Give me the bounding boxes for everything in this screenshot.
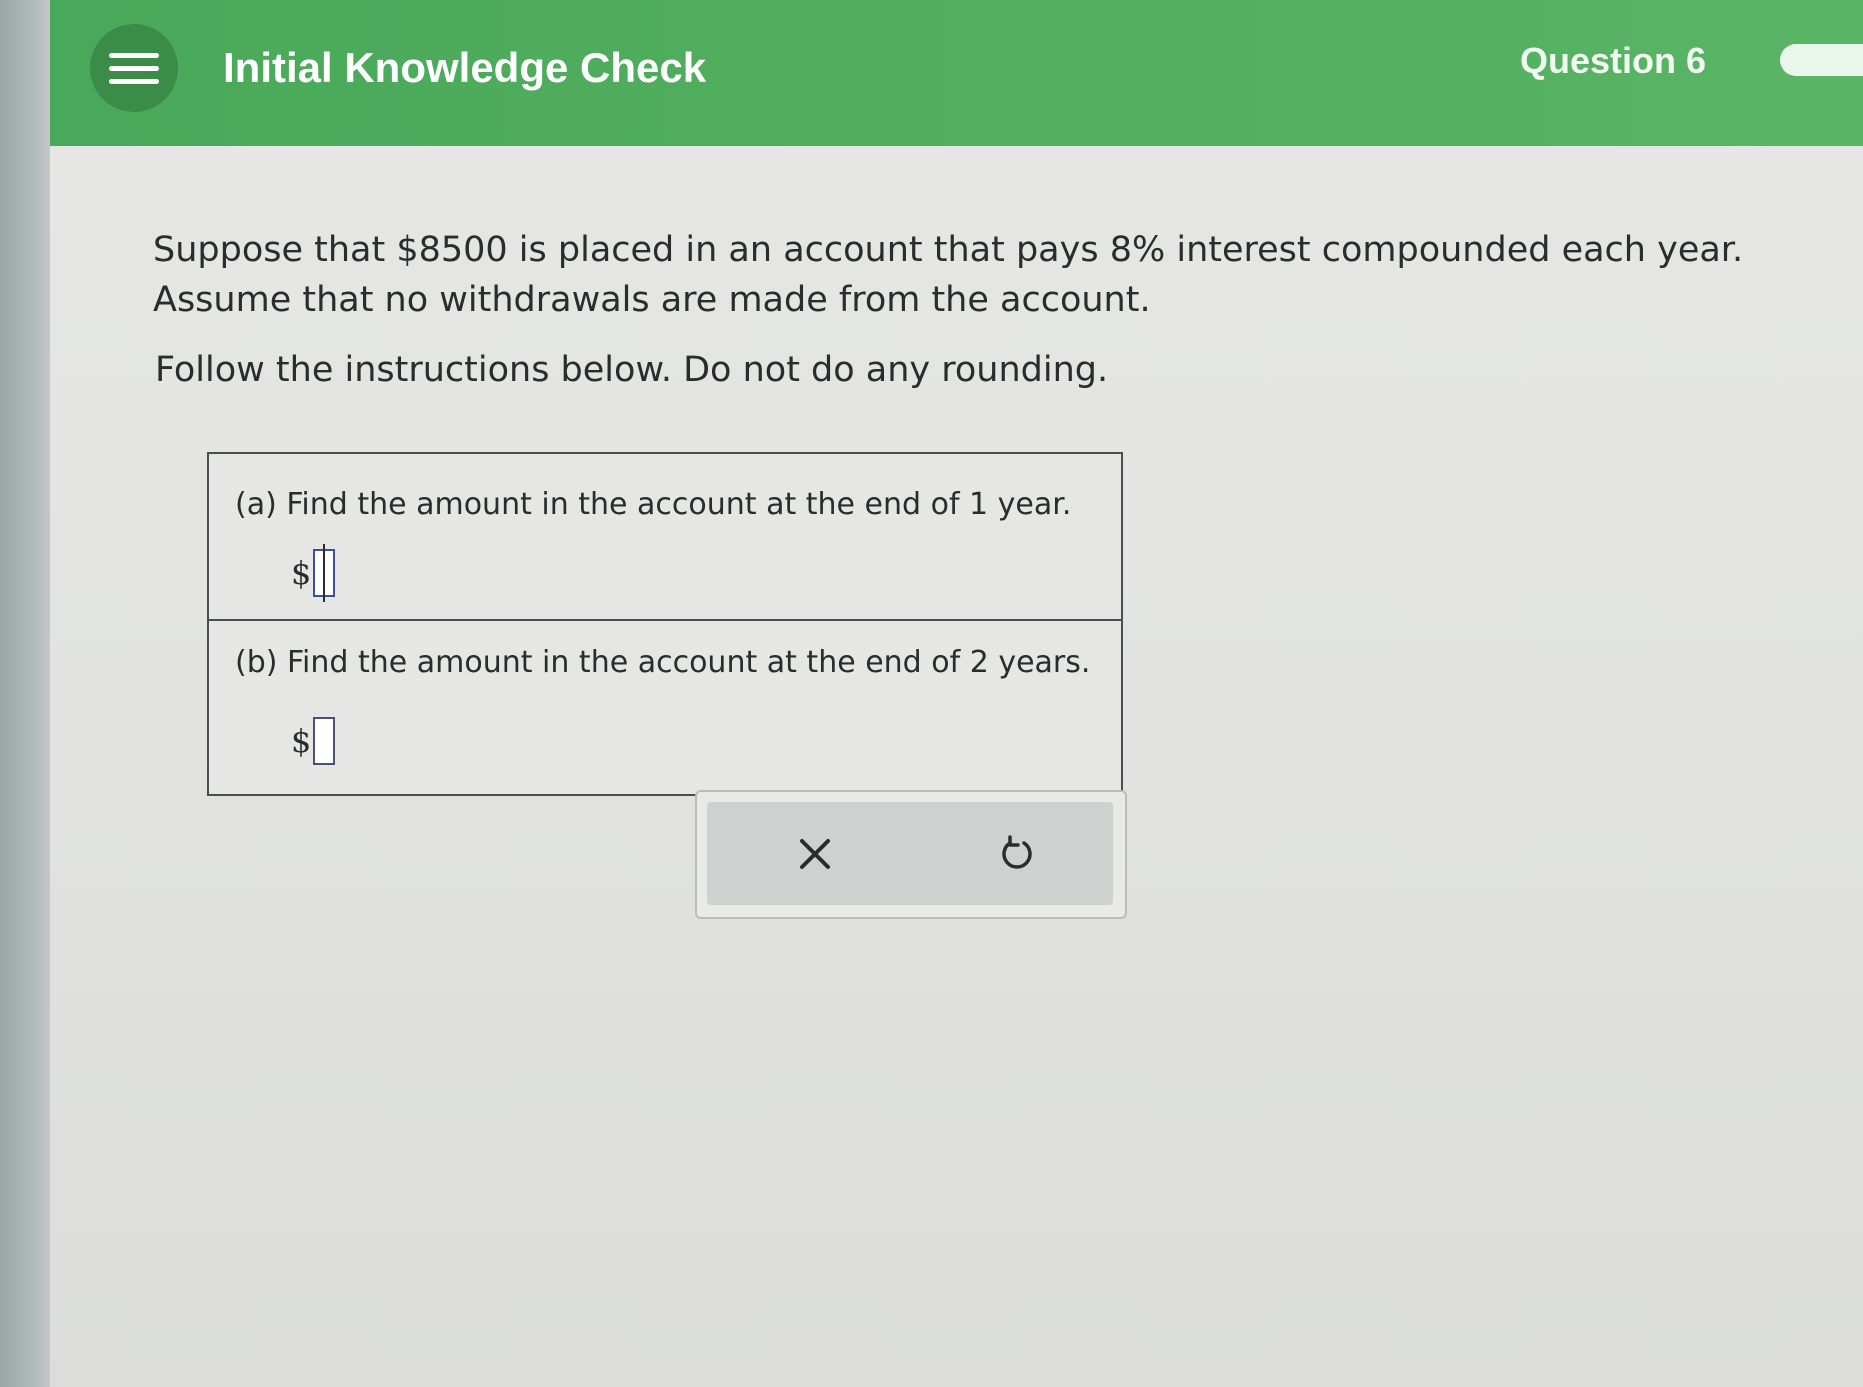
problem-line-1: Suppose that $8500 is placed in an accou… [153,230,1744,270]
clear-button[interactable] [787,826,843,882]
menu-button[interactable] [90,24,178,112]
undo-button[interactable] [989,826,1045,882]
progress-indicator [1780,44,1863,76]
screen: Initial Knowledge Check Question 6 Suppo… [50,0,1863,1387]
problem-statement: Suppose that $8500 is placed in an accou… [153,225,1773,325]
answer-panel: (a) Find the amount in the account at th… [207,452,1123,796]
dollar-sign: $ [291,722,312,760]
instruction-text: Follow the instructions below. Do not do… [155,350,1109,390]
undo-icon [1002,835,1032,869]
text-cursor [323,544,326,602]
action-panel [695,790,1127,919]
top-header: Initial Knowledge Check Question 6 [50,0,1863,146]
part-b-prompt: (b) Find the amount in the account at th… [235,645,1091,680]
question-number: Question 6 [1520,40,1707,81]
x-icon [800,839,830,869]
part-b: (b) Find the amount in the account at th… [209,621,1121,794]
problem-line-2: Assume that no withdrawals are made from… [153,280,1151,320]
part-b-answer-input[interactable] [313,717,336,765]
part-b-answer-row: $ [291,717,336,765]
bezel-edge [0,0,50,1387]
hamburger-icon [109,45,159,92]
action-button-bar [707,802,1113,905]
page-title: Initial Knowledge Check [223,44,707,91]
part-a: (a) Find the amount in the account at th… [209,454,1121,621]
part-a-answer-row: $ [291,544,336,602]
dollar-sign: $ [291,554,312,592]
part-a-prompt: (a) Find the amount in the account at th… [235,487,1072,522]
